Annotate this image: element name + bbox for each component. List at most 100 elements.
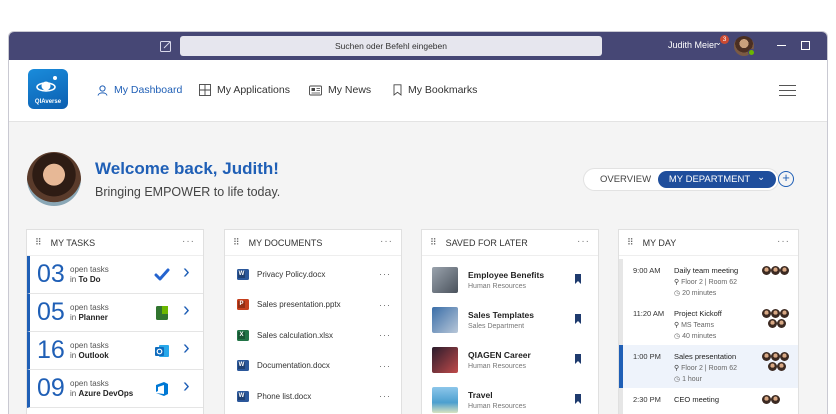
saved-category: Human Resources (468, 403, 526, 410)
compose-icon[interactable] (159, 39, 173, 53)
maximize-icon[interactable] (801, 41, 810, 50)
attendee-avatar (777, 362, 786, 371)
nav-my-dashboard[interactable]: My Dashboard (97, 84, 182, 96)
logo-text: QIAverse (34, 99, 62, 105)
chevron-right-icon[interactable]: › (183, 299, 190, 322)
document-item[interactable]: W Privacy Policy.docx ··· (225, 259, 401, 290)
more-options-icon[interactable]: ··· (380, 236, 393, 247)
drag-handle-icon[interactable]: ⠿ (627, 237, 634, 248)
bookmark-filled-icon[interactable] (575, 314, 581, 324)
qiaverse-logo[interactable]: QIAverse (28, 69, 68, 109)
minimize-icon[interactable] (777, 45, 786, 46)
nav-label: My Dashboard (114, 84, 183, 96)
clock-icon: ◷ (674, 290, 683, 297)
event-duration-text: 20 minutes (682, 290, 717, 297)
task-in-label: in (70, 274, 77, 284)
nav-my-bookmarks[interactable]: My Bookmarks (393, 84, 477, 96)
todo-check-icon (154, 267, 170, 283)
event-title: CEO meeting (674, 395, 720, 404)
attendee-avatar (762, 352, 771, 361)
document-item[interactable]: W Phone list.docx ··· (225, 381, 401, 412)
drag-handle-icon[interactable]: ⠿ (35, 237, 42, 248)
overview-tab[interactable]: OVERVIEW (600, 174, 651, 185)
document-item[interactable]: X Sales calculation.xlsx ··· (225, 320, 401, 351)
calendar-event[interactable]: 1:00 PM Sales presentation ⚲ Floor 2 | Roo… (619, 345, 798, 388)
my-department-dropdown[interactable]: MY DEPARTMENT ⌄ (658, 171, 776, 188)
task-app-name: Azure DevOps (78, 388, 134, 398)
attendee-avatar (762, 266, 771, 275)
bookmark-filled-icon[interactable] (575, 394, 581, 404)
saved-thumbnail (432, 387, 458, 413)
chevron-right-icon[interactable]: › (183, 375, 190, 398)
card-header: ⠿ MY DOCUMENTS ··· (225, 230, 401, 256)
document-item[interactable]: P Sales presentation.pptx ··· (225, 290, 401, 321)
task-source: in Planner (70, 313, 109, 323)
outlook-icon (154, 343, 170, 359)
my-documents-card: ⠿ MY DOCUMENTS ··· W Privacy Policy.docx ·… (224, 229, 402, 414)
task-row[interactable]: 09 open tasks in Azure DevOps › (27, 370, 203, 408)
calendar-event[interactable]: 9:00 AM Daily team meeting ⚲ Floor 2 | Roo… (619, 259, 798, 302)
saved-item[interactable]: Travel Human Resources (422, 380, 598, 414)
chevron-right-icon[interactable]: › (183, 261, 190, 284)
saved-text: Travel Human Resources (468, 390, 526, 410)
task-row[interactable]: 16 open tasks in Outlook › (27, 332, 203, 370)
more-options-icon[interactable]: ··· (777, 236, 790, 247)
file-type-letter: X (238, 331, 245, 339)
more-options-icon[interactable]: ··· (379, 269, 391, 279)
drag-handle-icon[interactable]: ⠿ (233, 237, 240, 248)
saved-thumbnail (432, 307, 458, 333)
attendee-avatar (771, 309, 780, 318)
nav-label: My Applications (217, 84, 290, 96)
more-options-icon[interactable]: ··· (379, 361, 391, 371)
bookmark-filled-icon[interactable] (575, 354, 581, 364)
event-location: ⚲ Floor 2 | Room 62 (674, 364, 737, 372)
task-row[interactable]: 05 open tasks in Planner › (27, 294, 203, 332)
task-description: open tasks in To Do (68, 265, 109, 284)
add-widget-button[interactable]: + (778, 171, 794, 187)
attendee-avatar (762, 395, 771, 404)
attendee-avatar (771, 395, 780, 404)
more-options-icon[interactable]: ··· (379, 391, 391, 401)
attendee-avatar (777, 319, 786, 328)
saved-text: Sales Templates Sales Department (468, 310, 534, 330)
saved-item[interactable]: Sales Templates Sales Department (422, 300, 598, 340)
document-item[interactable]: W Documentation.docx ··· (225, 351, 401, 382)
saved-item[interactable]: QIAGEN Career Human Resources (422, 340, 598, 380)
user-name[interactable]: Judith Meier (668, 40, 717, 50)
more-options-icon[interactable]: ··· (182, 236, 195, 247)
drag-handle-icon[interactable]: ⠿ (430, 237, 437, 248)
more-options-icon[interactable]: ··· (379, 300, 391, 310)
attendee-avatar (780, 266, 789, 275)
saved-title: Employee Benefits (468, 270, 545, 280)
nav-my-applications[interactable]: My Applications (199, 84, 290, 96)
more-options-icon[interactable]: ··· (379, 330, 391, 340)
presence-status-icon (748, 49, 755, 56)
person-icon (97, 84, 108, 96)
app-navbar: QIAverse My Dashboard My Applications My… (9, 60, 827, 122)
nav-label: My News (328, 84, 372, 96)
my-day-card: ⠿ MY DAY ··· 9:00 AM Daily team meeting ⚲ … (618, 229, 799, 414)
calendar-event[interactable]: 2:30 PM CEO meeting (619, 388, 798, 414)
user-avatar (27, 152, 81, 206)
news-icon (309, 85, 322, 95)
azure-devops-icon (154, 381, 170, 397)
view-switch: OVERVIEW MY DEPARTMENT ⌄ (584, 169, 778, 190)
search-input[interactable]: Suchen oder Befehl eingeben (180, 36, 602, 56)
calendar-event[interactable]: 11:20 AM Project Kickoff ⚲ MS Teams ◷ 40 mi… (619, 302, 798, 345)
hamburger-menu-icon[interactable] (779, 85, 796, 100)
saved-category: Sales Department (468, 323, 525, 330)
bookmark-icon (393, 84, 402, 96)
document-name: Documentation.docx (257, 361, 330, 371)
welcome-title: Welcome back, Judith! (95, 159, 279, 178)
task-prefix: open tasks (70, 264, 109, 274)
event-location-text: Floor 2 | Room 62 (681, 279, 737, 286)
bookmark-filled-icon[interactable] (575, 274, 581, 284)
clock-icon: ◷ (674, 333, 683, 340)
nav-my-news[interactable]: My News (309, 84, 371, 96)
saved-title: QIAGEN Career (468, 350, 531, 360)
saved-item[interactable]: Employee Benefits Human Resources (422, 260, 598, 300)
more-options-icon[interactable]: ··· (577, 236, 590, 247)
chevron-right-icon[interactable]: › (183, 337, 190, 360)
file-type-letter: P (238, 301, 245, 309)
task-row[interactable]: 03 open tasks in To Do › (27, 256, 203, 294)
